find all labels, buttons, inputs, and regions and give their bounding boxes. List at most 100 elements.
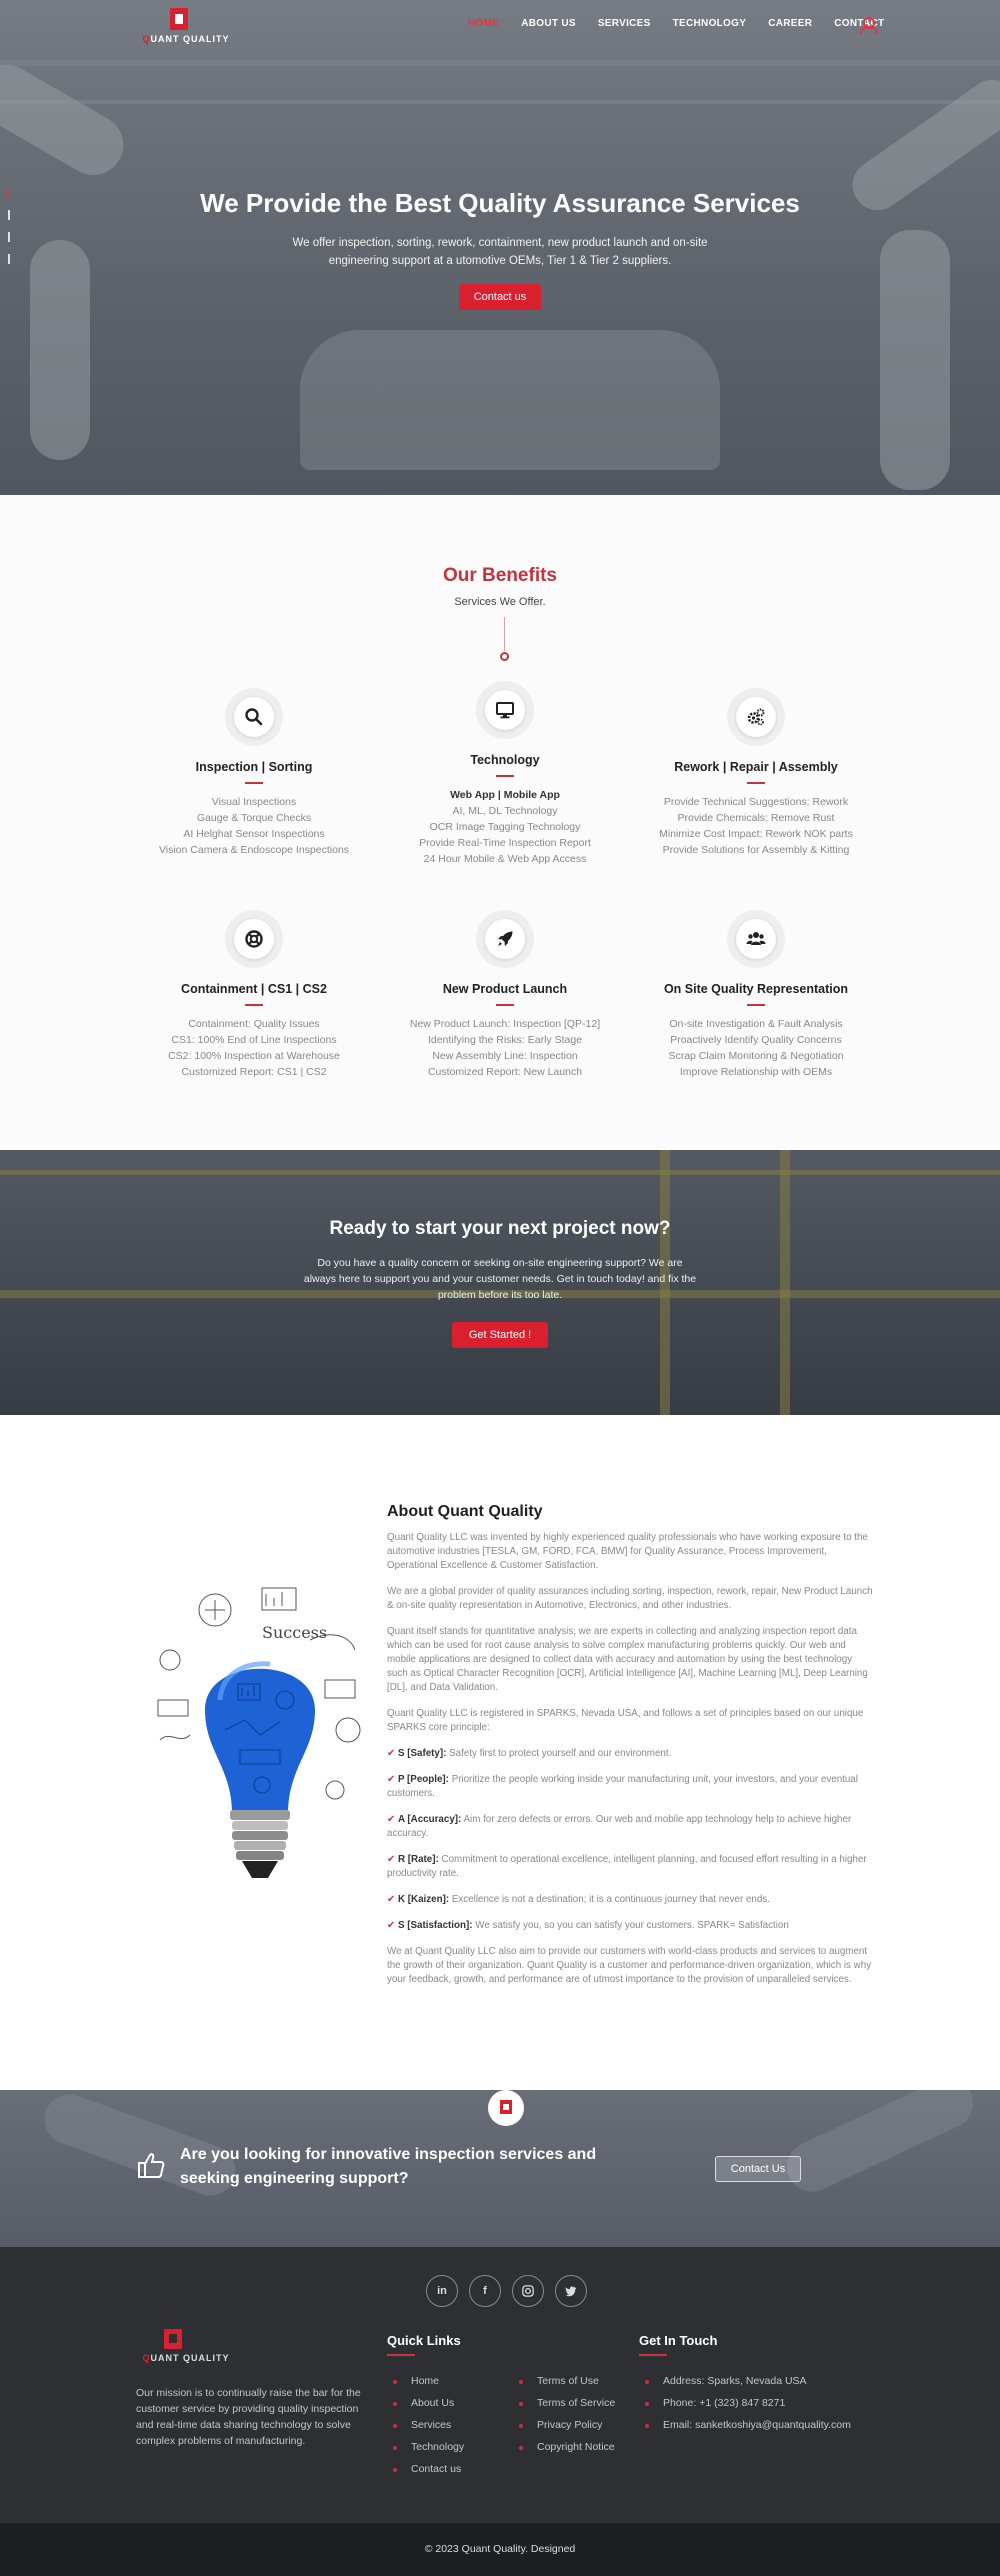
footer-link-contact[interactable]: Contact us <box>387 2463 507 2485</box>
logo-wordmark: QUANT QUALITY <box>142 34 230 44</box>
linkedin-icon[interactable]: in <box>426 2275 458 2307</box>
benefit-card-title: Technology <box>470 753 540 767</box>
benefit-card-onsite: On Site Quality Representation On-site I… <box>636 910 876 1080</box>
benefit-card-inspection: Inspection | Sorting Visual Inspections … <box>134 688 374 858</box>
search-icon <box>225 688 283 746</box>
title-underline <box>496 1004 514 1006</box>
benefits-title: Our Benefits <box>442 565 558 586</box>
check-icon: ✔ <box>387 1814 396 1825</box>
twitter-icon[interactable] <box>555 2275 587 2307</box>
benefit-card-title: Inspection | Sorting <box>195 760 313 774</box>
cta-contact-button[interactable]: Contact Us <box>715 2156 801 2182</box>
benefits-subtitle: Services We Offer. <box>454 596 546 608</box>
benefit-card-rework: Rework | Repair | Assembly Provide Techn… <box>636 688 876 858</box>
benefit-line: Provide Solutions for Assembly & Kitting <box>662 844 850 856</box>
monitor-icon <box>476 681 534 739</box>
benefit-line: Web App | Mobile App <box>450 789 560 801</box>
benefit-line: Provide Real-Time Inspection Report <box>419 837 591 849</box>
lifebuoy-icon <box>225 910 283 968</box>
about-body: Quant Quality LLC was invented by highly… <box>387 1531 873 1999</box>
benefit-line: Visual Inspections <box>211 796 297 808</box>
section-divider-dot <box>500 652 509 661</box>
benefit-line: Customized Report: CS1 | CS2 <box>181 1066 327 1078</box>
benefit-line: Minimize Cost Impact: Rework NOK parts <box>659 828 853 840</box>
benefit-line: CS2: 100% Inspection at Warehouse <box>168 1050 340 1062</box>
principle-safety: ✔ S [Safety]: Safety first to protect yo… <box>387 1748 672 1759</box>
quick-links: Quick Links Home About Us Services Techn… <box>387 2333 615 2475</box>
contact-phone[interactable]: Phone: +1 (323) 847 8271 <box>639 2397 879 2419</box>
social-links: in f <box>426 2275 587 2307</box>
nav-home[interactable]: HOME <box>468 18 499 29</box>
facebook-icon[interactable]: f <box>469 2275 501 2307</box>
benefit-card-title: New Product Launch <box>442 982 568 996</box>
benefit-line: OCR Image Tagging Technology <box>429 821 581 833</box>
check-icon: ✔ <box>387 1748 396 1759</box>
hero-section: QUANT QUALITY HOME ABOUT US SERVICES TEC… <box>0 0 1000 495</box>
logo-badge-icon <box>488 2090 524 2126</box>
benefit-card-containment: Containment | CS1 | CS2 Containment: Qua… <box>134 910 374 1080</box>
benefit-card-title: Containment | CS1 | CS2 <box>181 982 327 996</box>
principle-people: ✔ P [People]: Prioritize the people work… <box>387 1774 858 1799</box>
about-paragraph: We are a global provider of quality assu… <box>387 1586 873 1611</box>
benefit-line: CS1: 100% End of Line Inspections <box>171 1034 337 1046</box>
about-paragraph: Quant Quality LLC is registered in SPARK… <box>387 1708 864 1733</box>
benefit-line: AI Helghat Sensor Inspections <box>183 828 325 840</box>
title-underline <box>747 1004 765 1006</box>
instagram-icon[interactable] <box>512 2275 544 2307</box>
nav-technology[interactable]: TECHNOLOGY <box>673 18 747 29</box>
footer-link-about[interactable]: About Us <box>387 2397 507 2419</box>
footer-link-home[interactable]: Home <box>387 2375 507 2397</box>
logo-mark-icon <box>170 8 188 30</box>
hero-title: We Provide the Best Quality Assurance Se… <box>200 188 800 218</box>
nav-career[interactable]: CAREER <box>768 18 812 29</box>
footer-logo[interactable]: QUANT QUALITY <box>136 2329 236 2369</box>
footer-link-services[interactable]: Services <box>387 2419 507 2441</box>
quick-links-title: Quick Links <box>387 2333 461 2348</box>
get-started-button[interactable]: Get Started ! <box>452 1322 548 1348</box>
copyright-bar: © 2023 Quant Quality. Designed <box>0 2523 1000 2576</box>
get-in-touch-title: Get In Touch <box>639 2333 718 2348</box>
benefit-line: Customized Report: New Launch <box>427 1066 583 1078</box>
principle-kaizen: ✔ K [Kaizen]: Excellence is not a destin… <box>387 1894 770 1905</box>
footer-mission: Our mission is to continually raise the … <box>136 2387 361 2447</box>
ready-description: Do you have a quality concern or seeking… <box>303 1257 697 1301</box>
footer-link-copyright[interactable]: Copyright Notice <box>513 2441 663 2463</box>
benefit-line: Identifying the Risks: Early Stage <box>427 1034 583 1046</box>
benefit-line: AI, ML, DL Technology <box>452 805 558 817</box>
benefit-line: Scrap Claim Monitoring & Negotiation <box>668 1050 844 1062</box>
benefit-line: Improve Relationship with OEMs <box>679 1066 833 1078</box>
benefit-line: Containment: Quality Issues <box>188 1018 320 1030</box>
benefit-line: New Assembly Line: Inspection <box>432 1050 578 1062</box>
site-footer: in f QUANT QUALITY Our mission is to con… <box>0 2247 1000 2523</box>
principle-accuracy: ✔ A [Accuracy]: Aim for zero defects or … <box>387 1814 852 1839</box>
check-icon: ✔ <box>387 1894 396 1905</box>
section-divider-line <box>504 617 505 651</box>
benefit-card-technology: Technology Web App | Mobile App AI, ML, … <box>385 681 625 867</box>
benefit-line: Gauge & Torque Checks <box>196 812 312 824</box>
logo-wordmark: QUANT QUALITY <box>142 2353 230 2363</box>
nav-about-us[interactable]: ABOUT US <box>521 18 576 29</box>
benefit-line: Provide Technical Suggestions: Rework <box>663 796 849 808</box>
hero-description: We offer inspection, sorting, rework, co… <box>292 237 708 267</box>
user-account-icon[interactable] <box>860 17 878 34</box>
benefit-line: Provide Chemicals: Remove Rust <box>677 812 835 824</box>
nav-services[interactable]: SERVICES <box>598 18 651 29</box>
main-menu: HOME ABOUT US SERVICES TECHNOLOGY CAREER… <box>468 18 906 29</box>
top-navigation: QUANT QUALITY HOME ABOUT US SERVICES TEC… <box>0 0 1000 50</box>
contact-email[interactable]: Email: sanketkoshiya@quantquality.com <box>639 2419 879 2441</box>
about-title: About Quant Quality <box>387 1503 543 1520</box>
thumbs-up-icon <box>138 2153 165 2178</box>
principle-satisfaction: ✔ S [Satisfaction]: We satisfy you, so y… <box>387 1920 789 1931</box>
hero-contact-button[interactable]: Contact us <box>459 284 541 310</box>
benefit-line: On-site Investigation & Fault Analysis <box>669 1018 843 1030</box>
footer-link-technology[interactable]: Technology <box>387 2441 507 2463</box>
get-in-touch: Get In Touch Address: Sparks, Nevada USA… <box>639 2333 879 2431</box>
principle-rate: ✔ R [Rate]: Commitment to operational ex… <box>387 1854 867 1879</box>
benefit-line: Proactively Identify Quality Concerns <box>670 1034 842 1046</box>
logo-mark-icon <box>164 2329 182 2349</box>
site-logo[interactable]: QUANT QUALITY <box>136 6 236 46</box>
bulb-success-text: Success <box>262 1623 327 1642</box>
benefits-section: Our Benefits Services We Offer. Inspecti… <box>0 495 1000 1150</box>
ready-section: Ready to start your next project now? Do… <box>0 1150 1000 1415</box>
check-icon: ✔ <box>387 1920 396 1931</box>
